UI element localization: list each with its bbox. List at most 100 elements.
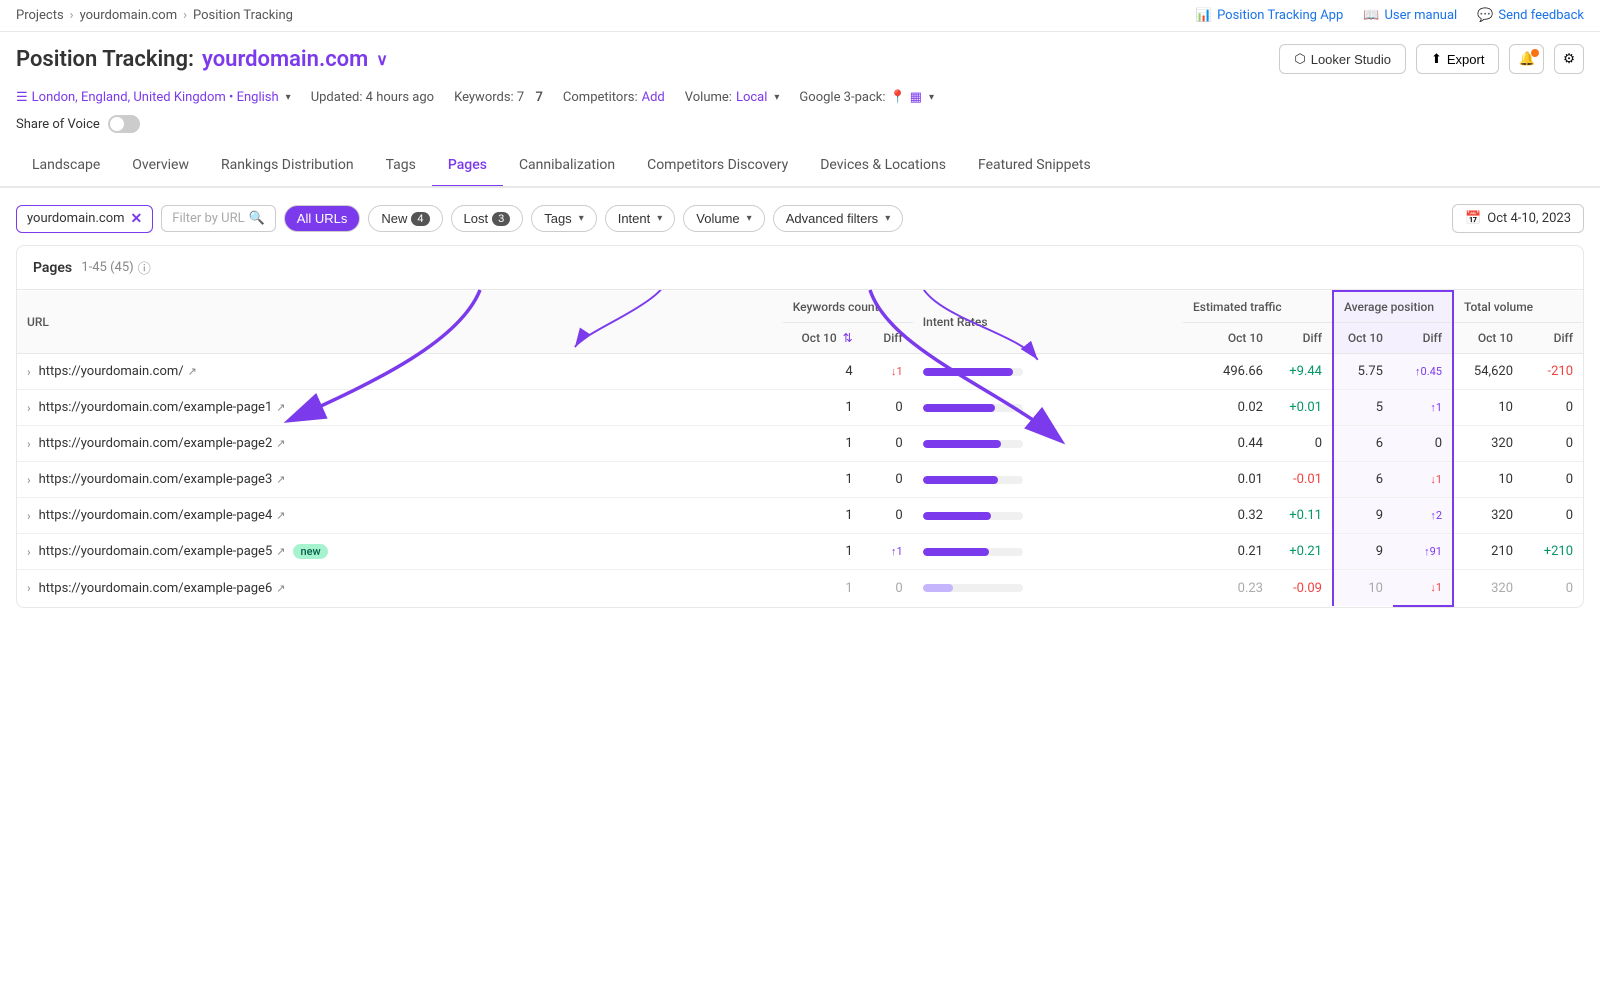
volume-type[interactable]: Local <box>736 90 767 105</box>
url-link[interactable]: https://yourdomain.com/example-page3 ↗ <box>39 472 286 487</box>
down-arrow-icon: ↓1 <box>891 365 903 378</box>
row-expand-button[interactable]: › <box>27 365 31 379</box>
date-range-button[interactable]: 📅 Oct 4-10, 2023 <box>1452 204 1584 233</box>
th-intent: Intent Rates <box>913 291 1183 354</box>
competitors-item: Competitors: Add <box>563 90 665 105</box>
position-diff: ↑0.45 <box>1393 354 1453 390</box>
volume-value: 54,620 <box>1453 354 1523 390</box>
location-chevron[interactable]: ▾ <box>286 92 291 103</box>
add-competitor-link[interactable]: Add <box>642 90 665 105</box>
position-value: 5 <box>1333 390 1393 426</box>
bar-container <box>923 584 1023 592</box>
looker-studio-button[interactable]: ⬡ Looker Studio <box>1279 44 1406 74</box>
tab-competitors-discovery[interactable]: Competitors Discovery <box>631 145 804 188</box>
intent-filter-button[interactable]: Intent ▾ <box>605 205 676 232</box>
th-volume-group: Total volume <box>1453 291 1583 323</box>
title-actions: ⬡ Looker Studio ⬆ Export 🔔 ⚙ <box>1279 44 1584 74</box>
settings-button[interactable]: ⚙ <box>1554 44 1584 74</box>
url-cell: › https://yourdomain.com/example-page4 ↗ <box>17 498 783 534</box>
position-value: 10 <box>1333 570 1393 607</box>
domain-chip[interactable]: yourdomain.com ✕ <box>16 205 153 233</box>
share-of-voice-toggle[interactable] <box>108 115 140 133</box>
position-value: 9 <box>1333 498 1393 534</box>
tab-overview[interactable]: Overview <box>116 145 205 188</box>
th-kw-oct[interactable]: Oct 10 ⇅ <box>783 323 863 354</box>
location-link[interactable]: London, England, United Kingdom • Englis… <box>32 90 279 105</box>
toggle-thumb <box>110 117 124 131</box>
table-row: › https://yourdomain.com/example-page4 ↗… <box>17 498 1583 534</box>
traffic-diff: -0.09 <box>1273 570 1333 607</box>
tab-cannibalization[interactable]: Cannibalization <box>503 145 631 188</box>
volume-value: 320 <box>1453 426 1523 462</box>
traffic-value: 0.21 <box>1183 534 1273 570</box>
lost-filter-button[interactable]: Lost 3 <box>451 205 524 232</box>
domain-chevron[interactable]: ∨ <box>376 50 388 69</box>
url-link[interactable]: https://yourdomain.com/example-page5 ↗ <box>39 544 286 559</box>
tab-tags[interactable]: Tags <box>370 145 432 188</box>
feedback-link[interactable]: 💬 Send feedback <box>1477 8 1584 23</box>
volume-chevron[interactable]: ▾ <box>774 92 779 103</box>
intent-bar <box>913 354 1183 390</box>
table-section: Pages 1-45 (45) ⓘ <box>16 245 1584 608</box>
row-expand-button[interactable]: › <box>27 401 31 415</box>
new-filter-button[interactable]: New 4 <box>368 205 442 232</box>
pack-chevron[interactable]: ▾ <box>929 92 934 103</box>
breadcrumb-projects[interactable]: Projects <box>16 8 64 23</box>
tags-filter-button[interactable]: Tags ▾ <box>531 205 597 232</box>
notification-dot <box>1531 49 1539 57</box>
app-link[interactable]: 📊 Position Tracking App <box>1196 8 1343 23</box>
advanced-filters-button[interactable]: Advanced filters ▾ <box>773 205 904 232</box>
export-button[interactable]: ⬆ Export <box>1416 44 1499 74</box>
url-link[interactable]: https://yourdomain.com/ ↗ <box>39 364 197 379</box>
th-kw-diff: Diff <box>863 323 913 354</box>
tab-pages[interactable]: Pages <box>432 145 503 188</box>
row-expand-button[interactable]: › <box>27 473 31 487</box>
traffic-value: 0.44 <box>1183 426 1273 462</box>
bar-fill <box>923 404 995 412</box>
all-urls-button[interactable]: All URLs <box>284 205 361 232</box>
row-expand-button[interactable]: › <box>27 581 31 595</box>
bar-container <box>923 548 1023 556</box>
row-expand-button[interactable]: › <box>27 509 31 523</box>
info-icon: ⓘ <box>138 258 151 277</box>
volume-diff: 0 <box>1523 462 1583 498</box>
tab-landscape[interactable]: Landscape <box>16 145 116 188</box>
url-link[interactable]: https://yourdomain.com/example-page4 ↗ <box>39 508 286 523</box>
position-value: 9 <box>1333 534 1393 570</box>
manual-link[interactable]: 📖 User manual <box>1363 8 1457 23</box>
volume-filter-button[interactable]: Volume ▾ <box>683 205 764 232</box>
calendar-icon: 📅 <box>1465 211 1481 226</box>
tab-featured-snippets[interactable]: Featured Snippets <box>962 145 1107 188</box>
url-link[interactable]: https://yourdomain.com/example-page1 ↗ <box>39 400 286 415</box>
filter-row: yourdomain.com ✕ Filter by URL 🔍 All URL… <box>16 204 1584 233</box>
chip-close-icon[interactable]: ✕ <box>131 211 143 227</box>
tab-rankings-distribution[interactable]: Rankings Distribution <box>205 145 370 188</box>
filter-url-label: Filter by URL <box>172 211 244 226</box>
bar-container <box>923 368 1023 376</box>
volume-item: Volume: Local ▾ <box>685 90 780 105</box>
notification-button[interactable]: 🔔 <box>1509 44 1544 74</box>
row-expand-button[interactable]: › <box>27 437 31 451</box>
volume-value: 210 <box>1453 534 1523 570</box>
tab-devices-locations[interactable]: Devices & Locations <box>804 145 962 188</box>
url-filter-input[interactable]: Filter by URL 🔍 <box>161 205 276 232</box>
external-link-icon: ↗ <box>276 582 285 595</box>
book-icon: 📖 <box>1363 8 1379 23</box>
page-title: Position Tracking: yourdomain.com ∨ <box>16 47 388 72</box>
kw-count: 1 <box>783 390 863 426</box>
table-row: › https://yourdomain.com/example-page6 ↗… <box>17 570 1583 607</box>
breadcrumb-domain[interactable]: yourdomain.com <box>80 8 178 23</box>
table-row: › https://yourdomain.com/example-page1 ↗… <box>17 390 1583 426</box>
row-expand-button[interactable]: › <box>27 545 31 559</box>
table-row: › https://yourdomain.com/example-page5 ↗… <box>17 534 1583 570</box>
kw-diff: ↑1 <box>863 534 913 570</box>
url-cell: › https://yourdomain.com/example-page1 ↗ <box>17 390 783 426</box>
url-link[interactable]: https://yourdomain.com/example-page2 ↗ <box>39 436 286 451</box>
url-link[interactable]: https://yourdomain.com/example-page6 ↗ <box>39 581 286 596</box>
share-of-voice-label: Share of Voice <box>16 117 100 132</box>
domain-title[interactable]: yourdomain.com <box>202 47 368 72</box>
updated-item: Updated: 4 hours ago <box>311 90 434 105</box>
breadcrumb: Projects › yourdomain.com › Position Tra… <box>16 8 293 23</box>
intent-bar <box>913 570 1183 607</box>
export-icon: ⬆ <box>1431 51 1442 67</box>
